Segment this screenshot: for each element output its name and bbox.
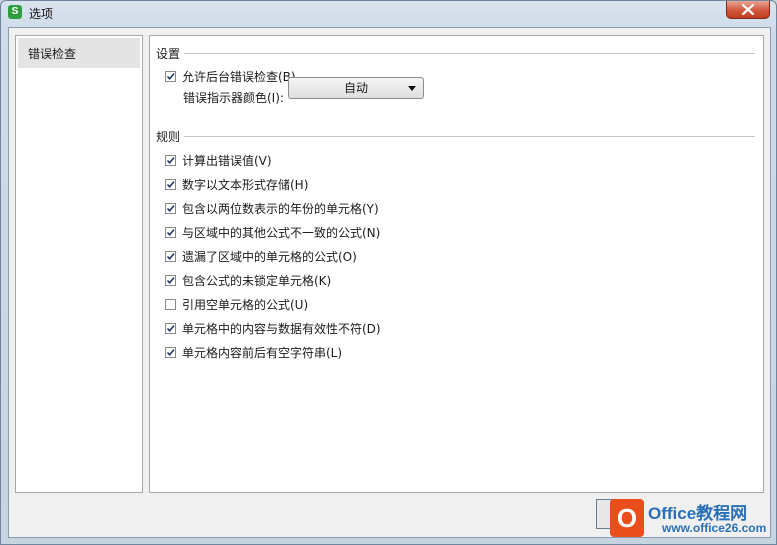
rule-option[interactable]: 单元格中的内容与数据有效性不符(D) (165, 319, 381, 337)
rule-option[interactable]: 计算出错误值(V) (165, 151, 272, 169)
rule-checkbox[interactable] (165, 226, 176, 238)
rule-option[interactable]: 包含公式的未锁定单元格(K) (165, 271, 331, 289)
rule-label: 包含公式的未锁定单元格(K) (182, 273, 332, 288)
rules-heading: 规则 (156, 128, 185, 145)
checkmark-icon (166, 228, 175, 236)
title-bar: S 选项 (1, 1, 776, 25)
checkmark-icon (166, 276, 175, 284)
window-title: 选项 (29, 7, 54, 21)
background-check-label: 允许后台错误检查(B) (182, 69, 296, 84)
rule-checkbox[interactable] (165, 322, 176, 334)
spreadsheet-app-icon: S (8, 5, 22, 19)
rule-label: 单元格内容前后有空字符串(L) (182, 345, 343, 360)
dropdown-arrow-icon (408, 86, 416, 91)
settings-section-header: 设置 (156, 45, 755, 62)
rule-label: 引用空单元格的公式(U) (182, 297, 309, 312)
rule-label: 包含以两位数表示的年份的单元格(Y) (182, 201, 379, 216)
rule-checkbox[interactable] (165, 250, 176, 262)
rule-option[interactable]: 包含以两位数表示的年份的单元格(Y) (165, 199, 379, 217)
checkmark-icon (166, 252, 175, 260)
settings-panel: 设置 允许后台错误检查(B) 错误指示器颜色(I): 自动 规则 计算出错误值(… (149, 35, 764, 493)
nav-item-label: 错误检查 (28, 47, 77, 61)
background-check-checkbox[interactable] (165, 70, 176, 82)
rules-section-header: 规则 (156, 128, 755, 145)
section-divider (156, 136, 755, 137)
checkmark-icon (166, 72, 175, 80)
watermark-site: www.office26.com (662, 521, 767, 535)
rule-checkbox[interactable] (165, 298, 176, 310)
rule-label: 与区域中的其他公式不一致的公式(N) (182, 225, 381, 240)
rule-checkbox[interactable] (165, 274, 176, 286)
rule-label: 遗漏了区域中的单元格的公式(O) (182, 249, 357, 264)
rule-checkbox[interactable] (165, 154, 176, 166)
options-dialog: S 选项 错误检查 设置 允许后台错误检查(B) 错误指示器颜色(I): 自动 … (0, 0, 777, 545)
settings-heading: 设置 (156, 45, 185, 62)
watermark: O Office教程网 www.office26.com (596, 497, 768, 541)
nav-item-error-check[interactable]: 错误检查 (18, 38, 140, 68)
rule-option[interactable]: 单元格内容前后有空字符串(L) (165, 343, 342, 361)
rule-checkbox[interactable] (165, 178, 176, 190)
rule-checkbox[interactable] (165, 202, 176, 214)
close-button[interactable] (726, 1, 770, 19)
checkmark-icon (166, 204, 175, 212)
background-check-option[interactable]: 允许后台错误检查(B) (165, 67, 296, 85)
rule-option[interactable]: 数字以文本形式存储(H) (165, 175, 308, 193)
rule-label: 单元格中的内容与数据有效性不符(D) (182, 321, 381, 336)
section-divider (156, 53, 755, 54)
rule-option[interactable]: 引用空单元格的公式(U) (165, 295, 308, 313)
indicator-color-label: 错误指示器颜色(I): (183, 91, 284, 105)
rule-option[interactable]: 与区域中的其他公式不一致的公式(N) (165, 223, 380, 241)
checkmark-icon (166, 324, 175, 332)
rule-label: 数字以文本形式存储(H) (182, 177, 309, 192)
indicator-color-select[interactable]: 自动 (288, 77, 424, 99)
rule-option[interactable]: 遗漏了区域中的单元格的公式(O) (165, 247, 357, 265)
checkmark-icon (166, 180, 175, 188)
checkmark-icon (166, 156, 175, 164)
rule-label: 计算出错误值(V) (182, 153, 272, 168)
close-icon (742, 4, 754, 15)
office-logo-icon: O (610, 499, 644, 537)
rule-checkbox[interactable] (165, 346, 176, 358)
indicator-color-value: 自动 (343, 81, 368, 95)
category-list: 错误检查 (15, 35, 143, 493)
checkmark-icon (166, 348, 175, 356)
dialog-client-area: 错误检查 设置 允许后台错误检查(B) 错误指示器颜色(I): 自动 规则 计算… (8, 27, 771, 538)
